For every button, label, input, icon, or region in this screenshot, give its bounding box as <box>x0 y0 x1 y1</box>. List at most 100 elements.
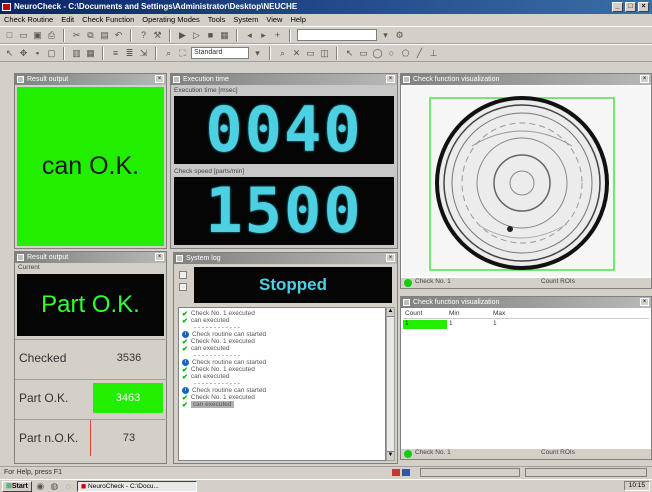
copy-icon[interactable]: ⧉ <box>85 30 96 41</box>
close-icon[interactable]: × <box>386 75 395 83</box>
cross-icon[interactable]: ✕ <box>291 48 302 59</box>
paste-icon[interactable]: ▤ <box>99 30 110 41</box>
layout-icon[interactable]: ▥ <box>71 48 82 59</box>
zoom-combo[interactable]: Standard <box>191 47 249 59</box>
align-right-icon[interactable]: ≣ <box>124 48 135 59</box>
taskbar-task-neurocheck[interactable]: ◼ NeuroCheck - C:\Docu... <box>76 480 197 492</box>
close-icon[interactable]: × <box>155 75 164 83</box>
quicklaunch-icon[interactable]: ◌ <box>63 481 74 492</box>
log-option-icon[interactable] <box>179 283 187 291</box>
execution-time-panel: Execution time × Execution time [msec] 00… <box>170 73 398 249</box>
pointer-icon[interactable]: ↖ <box>4 48 15 59</box>
zoom-in-icon[interactable]: + <box>272 30 283 41</box>
menu-help[interactable]: Help <box>290 14 305 26</box>
menu-operating-modes[interactable]: Operating Modes <box>142 14 200 26</box>
close-icon[interactable]: × <box>155 253 164 261</box>
results-table-row[interactable]: 1 1 1 <box>403 320 649 329</box>
panel-title: Result output <box>27 254 69 261</box>
stat-label: Part n.O.K. <box>15 420 91 456</box>
view-toolbar: ↖ ✥ ▪ ▢ ▥ ▦ ≡ ≣ ⇲ ⌕ ⛶ Standard ▾ ⌕ ✕ ▭ ◫… <box>0 44 652 62</box>
zoom-dropdown-icon[interactable]: ▾ <box>252 48 263 59</box>
circle-roi-icon[interactable]: ○ <box>386 48 397 59</box>
check-speed-display: 1500 <box>174 177 394 245</box>
cell-count: 1 <box>403 320 447 329</box>
window-icon[interactable]: ▭ <box>305 48 316 59</box>
zoom-icon[interactable]: ⌕ <box>163 48 174 59</box>
settings-icon[interactable]: ⚙ <box>394 30 405 41</box>
close-icon[interactable]: × <box>640 298 649 306</box>
routine-combo[interactable] <box>297 29 377 41</box>
menu-system[interactable]: System <box>233 14 258 26</box>
step-icon[interactable]: ▷ <box>191 30 202 41</box>
maximize-button[interactable]: □ <box>625 2 636 12</box>
tool-icon[interactable]: ⚒ <box>152 30 163 41</box>
close-button[interactable]: × <box>638 2 649 12</box>
select-icon[interactable]: ↖ <box>344 48 355 59</box>
lock-icon[interactable]: ▪ <box>32 48 43 59</box>
check-results-panel: Check function visualization × Count Min … <box>400 296 652 460</box>
quicklaunch-icon[interactable]: ◉ <box>35 481 46 492</box>
arrow-left-icon[interactable]: ◂ <box>244 30 255 41</box>
size-icon[interactable]: ⇲ <box>138 48 149 59</box>
current-result-display: Part O.K. <box>17 274 164 336</box>
frame-icon[interactable]: ▢ <box>46 48 57 59</box>
rect-roi-icon[interactable]: ▭ <box>358 48 369 59</box>
menu-tools[interactable]: Tools <box>208 14 226 26</box>
scroll-down-icon[interactable]: ▼ <box>387 451 394 460</box>
fit-icon[interactable]: ⛶ <box>177 48 188 59</box>
line-roi-icon[interactable]: ╱ <box>414 48 425 59</box>
close-icon[interactable]: × <box>640 75 649 83</box>
menu-check-function[interactable]: Check Function <box>82 14 134 26</box>
log-entry: ✔ Check No. 1 executed <box>182 394 255 402</box>
log-list[interactable]: ✔ Check No. 1 executed ✔ can executed - - … <box>178 307 386 461</box>
arrow-right-icon[interactable]: ▸ <box>258 30 269 41</box>
close-icon[interactable]: × <box>386 254 395 262</box>
open-icon[interactable]: ▭ <box>18 30 29 41</box>
log-option-icon[interactable] <box>179 271 187 279</box>
status-pane <box>525 468 647 477</box>
log-scrollbar[interactable]: ▲ ▼ <box>386 307 395 461</box>
stat-row-ok: Part O.K. 3463 <box>15 379 167 416</box>
cut-icon[interactable]: ✂ <box>71 30 82 41</box>
menu-check-routine[interactable]: Check Routine <box>4 14 53 26</box>
new-icon[interactable]: □ <box>4 30 15 41</box>
status-ok-icon <box>404 279 412 287</box>
combo-dropdown-icon[interactable]: ▾ <box>380 30 391 41</box>
split-icon[interactable]: ◫ <box>319 48 330 59</box>
help-icon[interactable]: ? <box>138 30 149 41</box>
check-icon: ✔ <box>182 373 188 381</box>
grid-icon[interactable]: ▦ <box>219 30 230 41</box>
count-rois: Count ROIs <box>541 278 575 285</box>
menu-view[interactable]: View <box>266 14 282 26</box>
result-output-panel: Result output × can O.K. <box>14 73 167 249</box>
run-icon[interactable]: ▶ <box>177 30 188 41</box>
measure-icon[interactable]: ⊥ <box>428 48 439 59</box>
check-icon: ✔ <box>182 317 188 325</box>
ellipse-roi-icon[interactable]: ◯ <box>372 48 383 59</box>
stop-icon[interactable]: ■ <box>205 30 216 41</box>
menu-bar: Check Routine Edit Check Function Operat… <box>0 14 652 26</box>
taskbar: ⊞Start ◉ ◍ ◌ ◼ NeuroCheck - C:\Docu... 1… <box>0 479 652 492</box>
main-toolbar: □ ▭ ▣ ⎙ ✂ ⧉ ▤ ↶ ? ⚒ ▶ ▷ ■ ▦ ◂ ▸ + ▾ ⚙ <box>0 26 652 44</box>
move-icon[interactable]: ✥ <box>18 48 29 59</box>
menu-edit[interactable]: Edit <box>61 14 74 26</box>
column-count: Count <box>405 310 423 317</box>
log-entry: ✔ Check No. 1 executed <box>182 310 255 318</box>
undo-icon[interactable]: ↶ <box>113 30 124 41</box>
minimize-button[interactable]: _ <box>612 2 623 12</box>
tile-icon[interactable]: ▦ <box>85 48 96 59</box>
align-left-icon[interactable]: ≡ <box>110 48 121 59</box>
save-icon[interactable]: ▣ <box>32 30 43 41</box>
stat-value: 3463 <box>93 383 163 413</box>
start-button[interactable]: ⊞Start <box>2 480 32 492</box>
poly-roi-icon[interactable]: ⬠ <box>400 48 411 59</box>
print-icon[interactable]: ⎙ <box>46 30 57 41</box>
column-min: Min <box>449 310 460 317</box>
quicklaunch-icon[interactable]: ◍ <box>49 481 60 492</box>
panel-title: Check function visualization <box>413 299 500 306</box>
log-entry: ✔ Check No. 1 executed <box>182 366 255 374</box>
app-icon <box>2 3 11 11</box>
magnify-icon[interactable]: ⌕ <box>277 48 288 59</box>
log-entry: - - - - - - - - - - - - <box>194 324 240 331</box>
scroll-up-icon[interactable]: ▲ <box>387 308 394 317</box>
